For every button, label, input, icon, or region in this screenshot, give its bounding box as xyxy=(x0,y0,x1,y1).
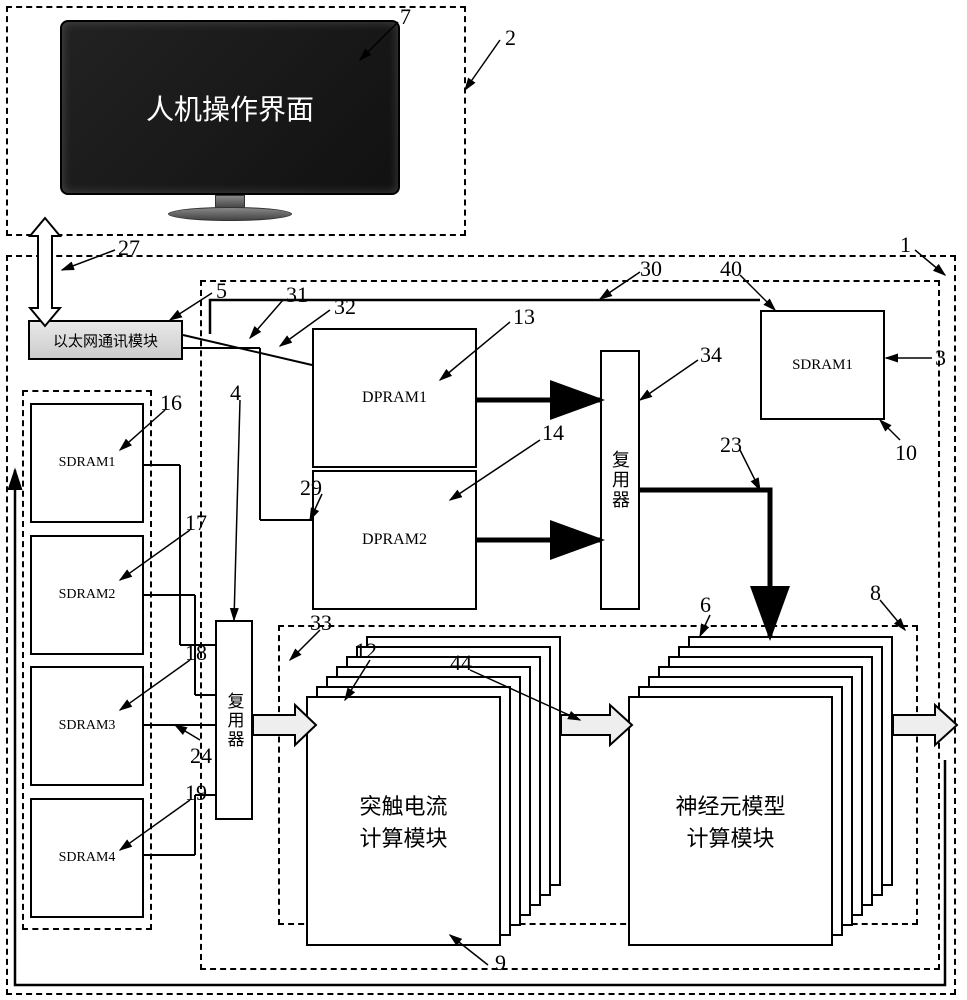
sdram-left-4-label: SDRAM4 xyxy=(59,850,116,866)
synapse-module: 突触电流 计算模块 xyxy=(306,696,501,946)
ref-2: 2 xyxy=(505,25,516,51)
monitor-screen-label: 人机操作界面 xyxy=(62,22,398,193)
sdram-right: SDRAM1 xyxy=(760,310,885,420)
sdram-left-3: SDRAM3 xyxy=(30,666,144,786)
sdram-left-1-label: SDRAM1 xyxy=(59,455,116,471)
dpram2-label: DPRAM2 xyxy=(362,531,427,549)
mux-right: 复用器 xyxy=(600,350,640,610)
dpram1: DPRAM1 xyxy=(312,328,477,468)
synapse-label: 突触电流 计算模块 xyxy=(359,789,447,853)
ethernet-module: 以太网通讯模块 xyxy=(28,320,183,360)
monitor: 人机操作界面 xyxy=(60,20,400,195)
sdram-right-label: SDRAM1 xyxy=(792,357,853,374)
dpram1-label: DPRAM1 xyxy=(362,389,427,407)
dpram2: DPRAM2 xyxy=(312,470,477,610)
sdram-left-3-label: SDRAM3 xyxy=(59,718,116,734)
sdram-left-4: SDRAM4 xyxy=(30,798,144,918)
mux-left: 复用器 xyxy=(215,620,253,820)
neuron-module: 神经元模型 计算模块 xyxy=(628,696,833,946)
mux-left-label: 复用器 xyxy=(222,692,247,749)
neuron-label: 神经元模型 计算模块 xyxy=(675,789,785,853)
sdram-left-2: SDRAM2 xyxy=(30,535,144,655)
monitor-stand-base xyxy=(168,207,292,221)
mux-right-label: 复用器 xyxy=(607,450,633,510)
ethernet-label: 以太网通讯模块 xyxy=(53,330,158,351)
sdram-left-2-label: SDRAM2 xyxy=(59,587,116,603)
sdram-left-1: SDRAM1 xyxy=(30,403,144,523)
